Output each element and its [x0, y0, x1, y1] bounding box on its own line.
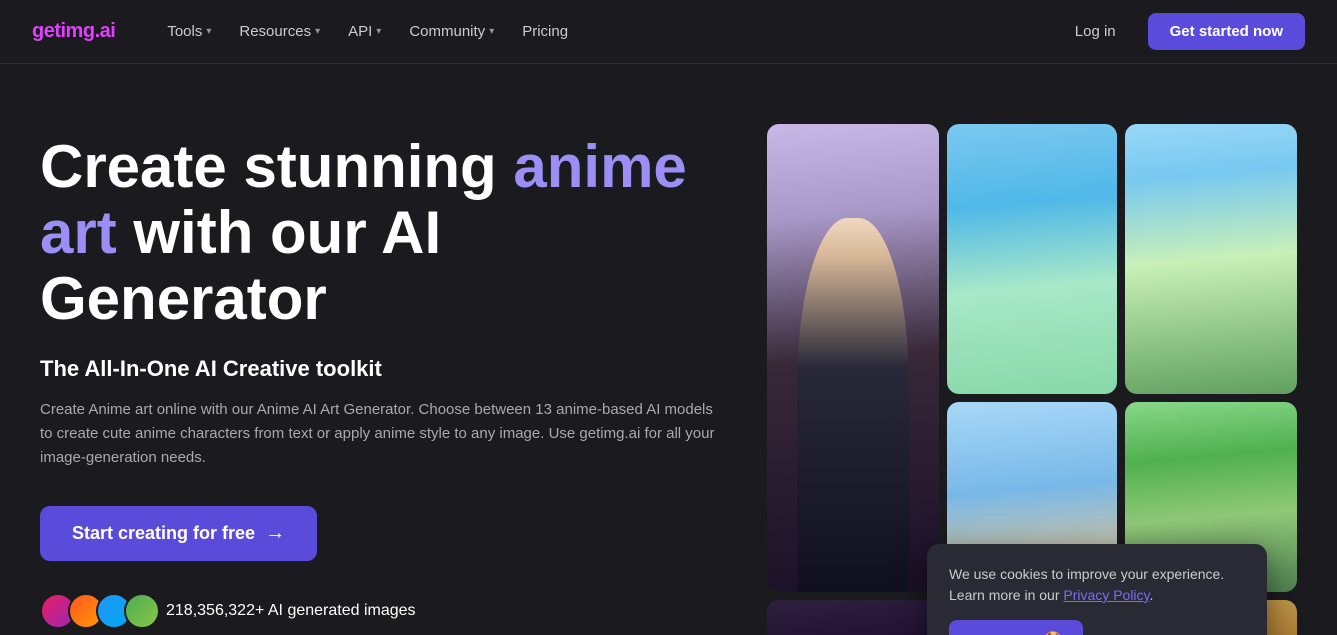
nav-community-label: Community: [409, 23, 485, 40]
nav-api-label: API: [348, 23, 372, 40]
chevron-down-icon: ▾: [489, 26, 494, 37]
nav-item-resources[interactable]: Resources ▾: [227, 15, 332, 48]
hero-description: Create Anime art online with our Anime A…: [40, 398, 720, 470]
navigation: getimg.ai Tools ▾ Resources ▾ API ▾ Comm…: [0, 0, 1337, 64]
chevron-down-icon: ▾: [206, 26, 211, 37]
accept-cookies-button[interactable]: Accept all 🍪: [949, 620, 1083, 635]
cookie-banner: We use cookies to improve your experienc…: [927, 544, 1267, 635]
hero-title: Create stunning anime art with our AI Ge…: [40, 134, 740, 332]
cookie-suffix: .: [1150, 587, 1154, 603]
nav-item-pricing[interactable]: Pricing: [510, 15, 580, 48]
privacy-policy-link[interactable]: Privacy Policy: [1063, 587, 1149, 603]
avatar: [124, 593, 160, 629]
anime-image-2: [947, 124, 1117, 394]
cookie-text: We use cookies to improve your experienc…: [949, 564, 1245, 606]
nav-tools-label: Tools: [167, 23, 202, 40]
chevron-down-icon: ▾: [376, 26, 381, 37]
social-proof: 218,356,322+ AI generated images: [40, 593, 740, 629]
anime-image-3: [1125, 124, 1297, 394]
nav-item-tools[interactable]: Tools ▾: [155, 15, 223, 48]
nav-item-community[interactable]: Community ▾: [397, 15, 506, 48]
avatar-group: [40, 593, 152, 629]
main-content: Create stunning anime art with our AI Ge…: [0, 64, 1337, 635]
cookie-icon: 🍪: [1043, 630, 1063, 635]
cta-button[interactable]: Start creating for free →: [40, 506, 317, 561]
logo-text: getimg.ai: [32, 20, 115, 42]
anime-image-4: [767, 600, 939, 635]
nav-links: Tools ▾ Resources ▾ API ▾ Community ▾ Pr…: [155, 15, 1058, 48]
nav-right: Log in Get started now: [1059, 13, 1305, 50]
cta-label: Start creating for free: [72, 523, 255, 544]
hero-subtitle: The All-In-One AI Creative toolkit: [40, 356, 740, 382]
nav-item-api[interactable]: API ▾: [336, 15, 393, 48]
nav-resources-label: Resources: [239, 23, 311, 40]
get-started-button[interactable]: Get started now: [1148, 13, 1305, 50]
hero-left: Create stunning anime art with our AI Ge…: [40, 124, 740, 629]
social-proof-text: 218,356,322+ AI generated images: [166, 602, 416, 620]
anime-image-1: [767, 124, 939, 592]
nav-pricing-label: Pricing: [522, 23, 568, 40]
hero-title-part1: Create stunning: [40, 133, 513, 200]
chevron-down-icon: ▾: [315, 26, 320, 37]
logo[interactable]: getimg.ai: [32, 20, 115, 43]
arrow-icon: →: [265, 522, 285, 545]
login-button[interactable]: Log in: [1059, 15, 1132, 48]
